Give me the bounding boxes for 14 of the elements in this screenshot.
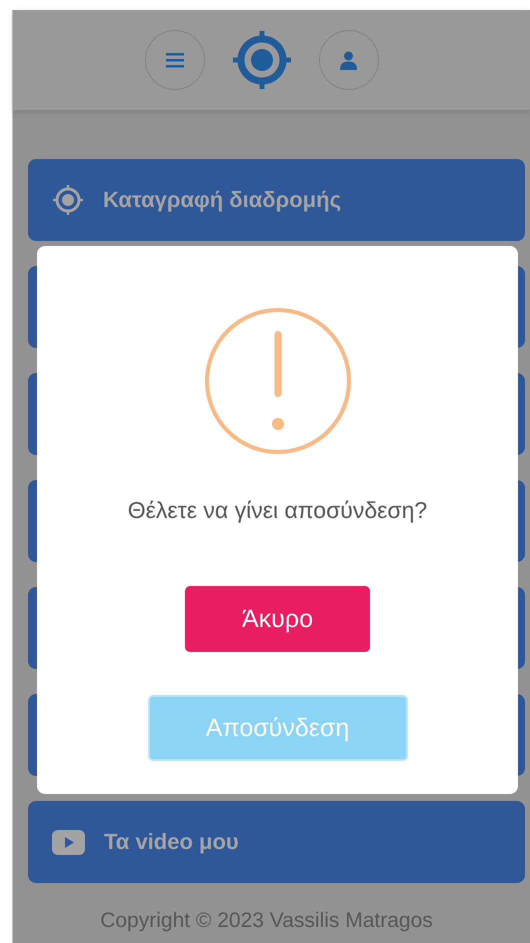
menu-icon [166,52,184,68]
play-icon [52,830,85,854]
copyright-text: Copyright © 2023 Vassilis Matragos [99,909,434,933]
target-icon [52,184,84,216]
profile-button[interactable] [318,30,378,90]
warning-icon [204,307,352,455]
menu-item[interactable]: Καταγραφή διαδρομής [28,159,525,241]
target-logo[interactable] [232,31,290,89]
cancel-button[interactable]: Άκυρο [185,586,370,652]
menu-button[interactable] [144,30,204,90]
person-icon [340,50,357,70]
dialog-message: Θέλετε να γίνει αποσύνδεση? [128,497,428,524]
menu-item[interactable]: Τα video μου [28,801,525,883]
logout-button[interactable]: Αποσύνδεση [148,695,408,761]
